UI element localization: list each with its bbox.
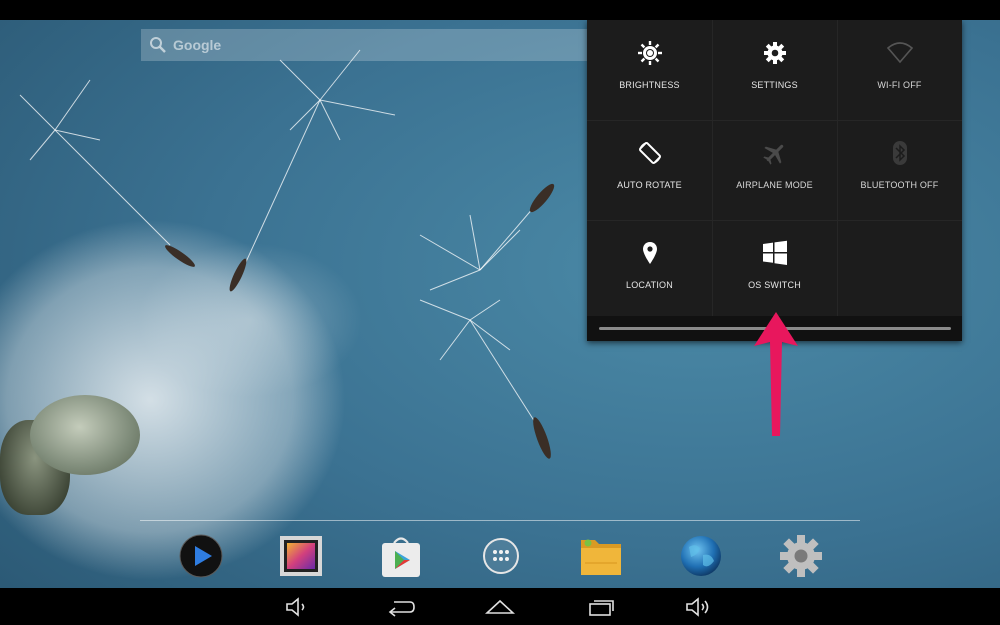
tile-os-switch[interactable]: OS SWITCH <box>712 220 837 320</box>
video-player-icon[interactable] <box>178 533 224 579</box>
tile-settings[interactable]: SETTINGS <box>712 20 837 120</box>
tile-brightness[interactable]: BRIGHTNESS <box>587 20 712 120</box>
recent-apps-icon[interactable] <box>586 596 616 618</box>
gear-icon <box>762 40 788 66</box>
brightness-icon <box>637 40 663 66</box>
highlight-arrow <box>754 312 798 436</box>
windows-icon <box>762 240 788 266</box>
tile-bluetooth[interactable]: BLUETOOTH OFF <box>837 120 962 220</box>
browser-globe-icon[interactable] <box>678 533 724 579</box>
tile-label: SETTINGS <box>751 80 798 90</box>
volume-down-icon[interactable] <box>284 596 314 618</box>
search-label: Google <box>173 37 222 53</box>
dandelion-core <box>30 395 140 475</box>
play-store-icon[interactable] <box>378 533 424 579</box>
tile-label: BLUETOOTH OFF <box>860 180 939 190</box>
bluetooth-icon <box>887 140 913 166</box>
tile-label: WI-FI OFF <box>877 80 922 90</box>
tile-label: OS SWITCH <box>748 280 801 290</box>
tile-label: BRIGHTNESS <box>619 80 680 90</box>
tile-auto-rotate[interactable]: AUTO ROTATE <box>587 120 712 220</box>
gallery-icon[interactable] <box>278 533 324 579</box>
tile-label: AUTO ROTATE <box>617 180 682 190</box>
tile-wifi[interactable]: WI-FI OFF <box>837 20 962 120</box>
wifi-icon <box>886 40 913 66</box>
tile-label: LOCATION <box>626 280 673 290</box>
tile-location[interactable]: LOCATION <box>587 220 712 320</box>
back-icon[interactable] <box>386 596 416 618</box>
app-drawer-icon[interactable] <box>478 533 524 579</box>
status-bar <box>0 0 1000 20</box>
home-icon[interactable] <box>484 596 516 618</box>
volume-up-icon[interactable] <box>684 596 714 618</box>
tile-airplane-mode[interactable]: AIRPLANE MODE <box>712 120 837 220</box>
search-icon <box>149 36 167 54</box>
file-manager-icon[interactable] <box>578 533 624 579</box>
rotate-icon <box>637 140 663 166</box>
dock-divider <box>140 520 860 521</box>
settings-app-icon[interactable] <box>778 533 824 579</box>
tile-label: AIRPLANE MODE <box>736 180 813 190</box>
google-search-bar[interactable]: Google <box>141 29 591 61</box>
quick-settings-panel: BRIGHTNESS SETTINGS WI-FI OFF AUTO ROTAT… <box>587 20 962 341</box>
location-icon <box>637 240 663 266</box>
airplane-icon <box>762 140 788 166</box>
